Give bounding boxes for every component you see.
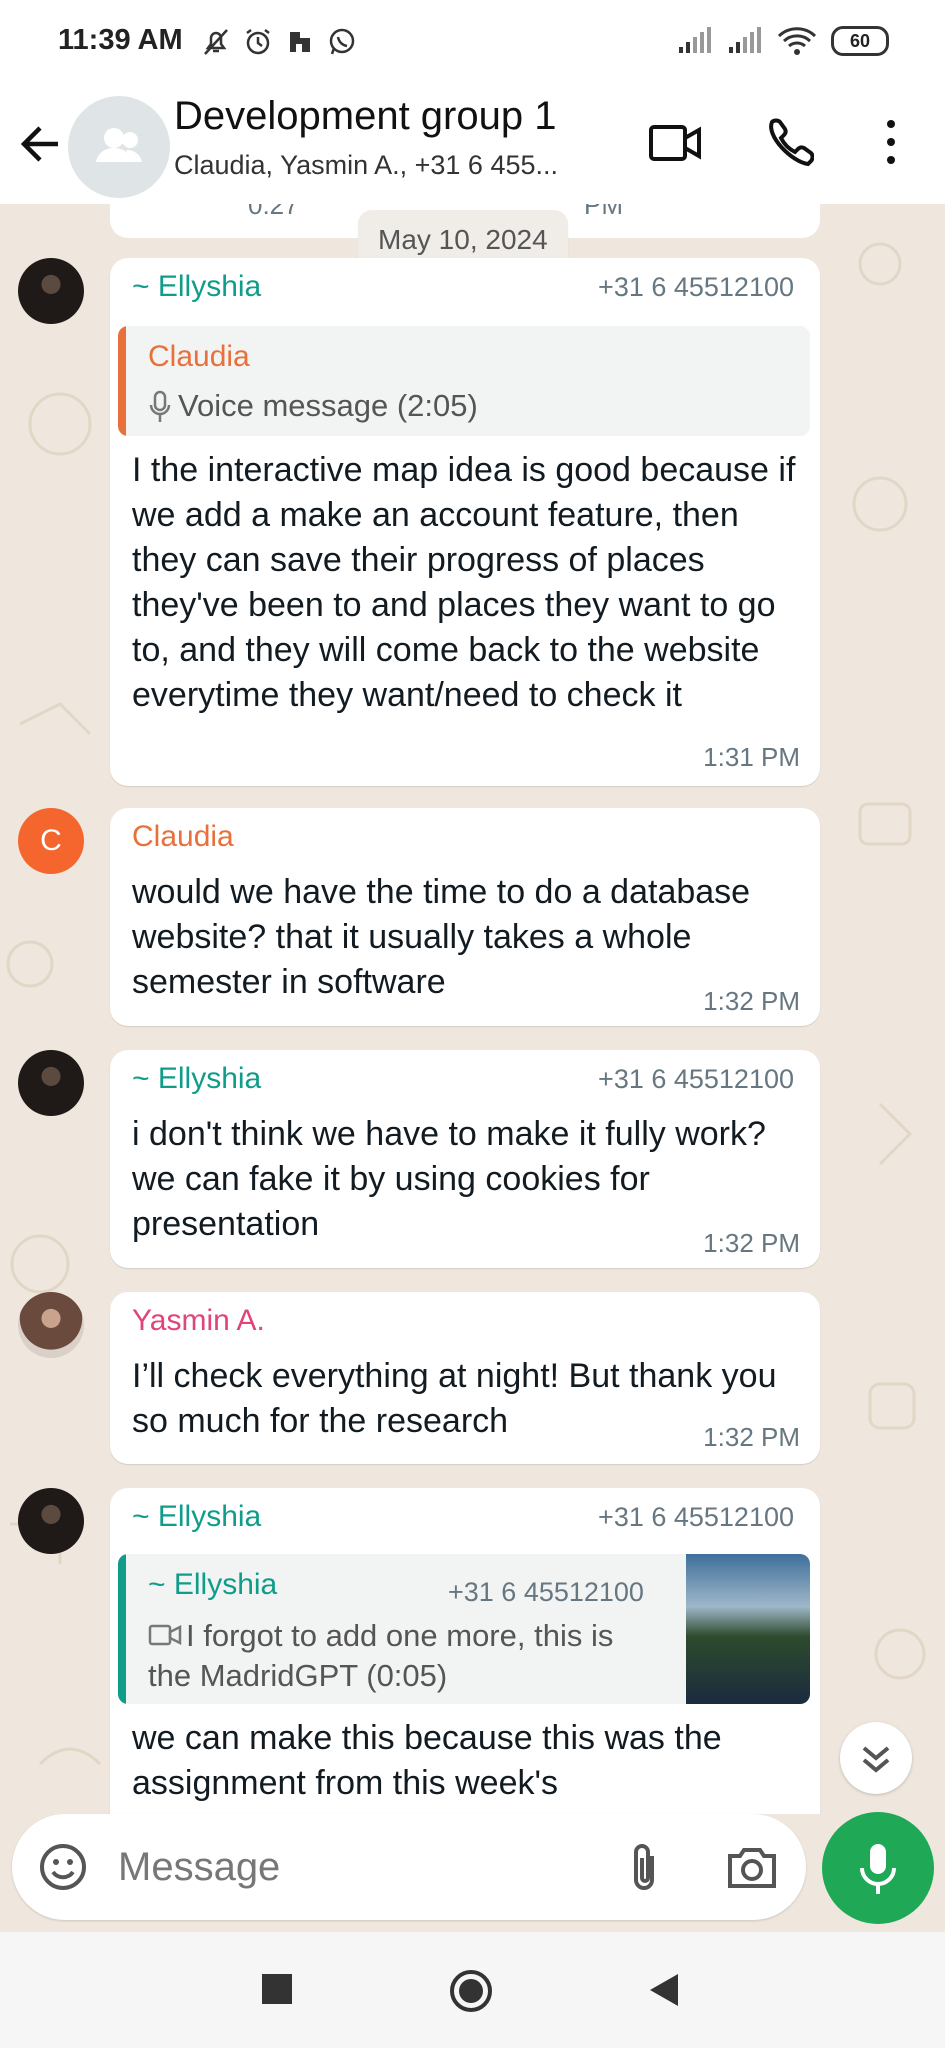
avatar[interactable] <box>18 1292 84 1358</box>
chat-title[interactable]: Development group 1 <box>174 94 556 139</box>
avatar-letter: C <box>40 824 62 857</box>
signal-icon-2 <box>729 27 761 53</box>
status-time: 11:39 AM <box>58 24 183 56</box>
previous-message-duration: 0:27 <box>248 204 299 220</box>
quoted-text: Voice message (2:05) <box>178 388 478 423</box>
message-text: I the interactive map idea is good becau… <box>132 451 796 714</box>
message-text: i don't think we have to make it fully w… <box>132 1115 766 1243</box>
avatar[interactable] <box>18 1050 84 1116</box>
camera-icon[interactable] <box>726 1842 778 1892</box>
quoted-text: I forgot to add one more, this is the Ma… <box>148 1618 614 1693</box>
battery-indicator: 60 <box>831 26 889 56</box>
message-composer <box>12 1814 806 1920</box>
video-thumbnail <box>686 1554 810 1704</box>
alarm-icon <box>246 29 270 55</box>
recents-square-icon[interactable] <box>262 1974 292 2004</box>
message-bubble[interactable]: Yasmin A. I’ll check everything at night… <box>110 1292 820 1464</box>
microphone-icon <box>149 390 171 422</box>
message-sender[interactable]: ~ Ellyshia <box>132 1500 261 1534</box>
chat-area[interactable]: 0:27 PM May 10, 2024 ~ Ellyshia +31 6 45… <box>0 204 945 1814</box>
status-bar: 11:39 AM 60 <box>0 0 945 88</box>
message-sender[interactable]: ~ Ellyshia <box>132 1062 261 1096</box>
quoted-sender: ~ Ellyshia <box>148 1568 278 1601</box>
signal-icon <box>679 27 711 53</box>
avatar[interactable] <box>18 1488 84 1554</box>
quote-bar <box>118 1554 126 1704</box>
emoji-icon[interactable] <box>38 1842 88 1892</box>
video-call-icon[interactable] <box>648 112 702 172</box>
back-triangle-icon[interactable] <box>648 1972 680 2008</box>
app-icon <box>290 32 310 52</box>
message-bubble[interactable]: ~ Ellyshia +31 6 45512100 i don't think … <box>110 1050 820 1268</box>
message-bubble[interactable]: ~ Ellyshia +31 6 45512100 ~ Ellyshia +31… <box>110 1488 820 1814</box>
wifi-icon <box>777 27 817 55</box>
mute-icon <box>204 29 228 55</box>
sender-phone: +31 6 45512100 <box>598 1064 794 1094</box>
home-circle-icon[interactable] <box>448 1968 494 2014</box>
whatsapp-icon <box>329 28 355 55</box>
status-icons <box>200 26 358 58</box>
quoted-sender: Claudia <box>148 340 250 373</box>
status-right: 60 <box>677 26 889 56</box>
group-icon <box>96 128 142 162</box>
double-chevron-down-icon <box>862 1746 890 1773</box>
group-avatar[interactable] <box>68 96 170 198</box>
quote-bar <box>118 326 126 436</box>
message-input[interactable] <box>116 1836 580 1898</box>
quoted-phone: +31 6 45512100 <box>448 1577 644 1607</box>
attach-icon[interactable] <box>624 1840 664 1896</box>
message-sender[interactable]: Yasmin A. <box>132 1304 265 1338</box>
avatar[interactable]: C <box>18 808 84 874</box>
voice-record-button[interactable] <box>822 1812 934 1924</box>
avatar[interactable] <box>18 258 84 324</box>
message-sender[interactable]: Claudia <box>132 820 234 854</box>
message-time: 1:32 PM <box>703 1422 800 1452</box>
message-bubble[interactable]: Claudia would we have the time to do a d… <box>110 808 820 1026</box>
chat-header: Development group 1 Claudia, Yasmin A., … <box>0 88 945 205</box>
sender-phone: +31 6 45512100 <box>598 272 794 302</box>
message-text: would we have the time to do a database … <box>132 873 751 1001</box>
quoted-message[interactable]: ~ Ellyshia +31 6 45512100 I forgot to ad… <box>118 1554 810 1704</box>
voice-call-icon[interactable] <box>764 112 814 172</box>
back-arrow-icon[interactable] <box>16 114 66 174</box>
microphone-icon <box>860 1844 896 1894</box>
message-time: 1:31 PM <box>703 742 800 772</box>
previous-message-time: PM <box>584 204 623 220</box>
message-bubble[interactable]: ~ Ellyshia +31 6 45512100 Claudia Voice … <box>110 258 820 786</box>
message-time: 1:32 PM <box>703 1228 800 1258</box>
message-sender[interactable]: ~ Ellyshia <box>132 270 261 304</box>
scroll-to-bottom-button[interactable] <box>840 1722 912 1794</box>
system-nav-bar <box>0 1932 945 2048</box>
quoted-message[interactable]: Claudia Voice message (2:05) <box>118 326 810 436</box>
sender-phone: +31 6 45512100 <box>598 1502 794 1532</box>
more-options-icon[interactable] <box>876 112 906 172</box>
chat-participants[interactable]: Claudia, Yasmin A., +31 6 455... <box>174 150 558 181</box>
message-text: we can make this because this was the as… <box>132 1719 722 1802</box>
message-time: 1:32 PM <box>703 986 800 1016</box>
